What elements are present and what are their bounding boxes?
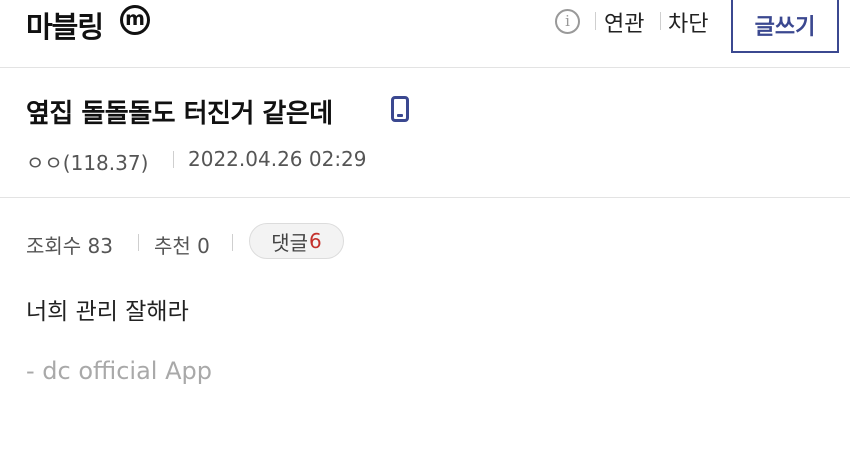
info-icon[interactable]: i (555, 9, 580, 34)
separator (595, 12, 596, 30)
top-header: 마블링 m i 연관 차단 글쓰기 (0, 0, 850, 68)
block-link[interactable]: 차단 (668, 6, 708, 38)
separator (138, 234, 139, 251)
view-count: 조회수 83 (26, 234, 114, 258)
recommend-count: 추천 0 (154, 234, 210, 258)
separator (173, 151, 174, 168)
post-title: 옆집 돌돌돌도 터진거 같은데 (26, 99, 333, 129)
divider (0, 197, 850, 198)
mobile-icon (391, 96, 409, 122)
minor-gallery-badge-icon: m (120, 5, 150, 35)
comment-count: 6 (309, 229, 322, 253)
comment-button[interactable]: 댓글 6 (249, 223, 344, 259)
app-signature: - dc official App (26, 357, 212, 385)
gallery-title[interactable]: 마블링 (26, 4, 104, 46)
write-button[interactable]: 글쓰기 (731, 0, 839, 53)
separator (660, 12, 661, 30)
related-link[interactable]: 연관 (604, 6, 644, 38)
post-body: 너희 관리 잘해라 (26, 299, 189, 325)
separator (232, 234, 233, 251)
comment-label: 댓글 (271, 230, 309, 255)
post-author[interactable]: ㅇㅇ(118.37) (26, 147, 148, 176)
post-datetime: 2022.04.26 02:29 (188, 147, 367, 171)
